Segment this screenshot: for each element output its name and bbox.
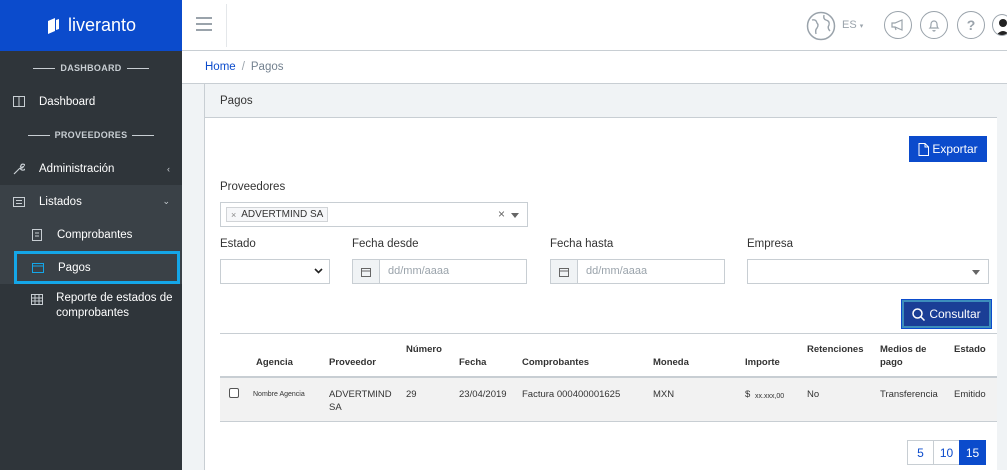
page-size-5[interactable]: 5 — [907, 440, 934, 465]
sidebar-item-listados[interactable]: Listados ⌄ — [0, 185, 182, 218]
th-comprobantes[interactable]: Comprobantes — [522, 356, 589, 369]
page-size-10[interactable]: 10 — [933, 440, 960, 465]
page-size-15[interactable]: 15 — [959, 440, 986, 465]
th-medios-line2[interactable]: pago — [880, 356, 903, 369]
avatar[interactable] — [992, 14, 1007, 36]
list-icon — [12, 195, 26, 209]
fecha-desde-label: Fecha desde — [352, 238, 419, 250]
page-size-selector: 5 10 15 — [907, 440, 986, 465]
cell-moneda: MXN — [653, 389, 675, 400]
th-importe[interactable]: Importe — [745, 356, 780, 369]
fecha-hasta-placeholder: dd/mm/aaaa — [586, 265, 648, 277]
pagos-card: Pagos Exportar Proveedores × ADVERTMIND … — [204, 84, 1007, 470]
bell-icon[interactable] — [920, 11, 948, 39]
cell-importe-value: xx.xxx,00 — [755, 393, 785, 400]
wrench-icon — [12, 162, 26, 176]
breadcrumb-separator: / — [241, 61, 245, 73]
card-title: Pagos — [205, 84, 1006, 118]
fecha-hasta-input[interactable]: dd/mm/aaaa — [550, 259, 725, 284]
estado-label: Estado — [220, 238, 256, 250]
fecha-desde-input[interactable]: dd/mm/aaaa — [352, 259, 527, 284]
cell-retenciones: No — [807, 389, 820, 400]
clear-selection-icon[interactable]: × — [498, 207, 505, 221]
receipt-icon — [30, 228, 44, 242]
cell-comprobantes: Factura 000400001625 — [522, 389, 621, 400]
cell-numero: 29 — [406, 389, 417, 400]
sidebar-item-label: Listados — [39, 195, 82, 208]
hamburger-menu-icon[interactable] — [196, 17, 212, 31]
help-icon[interactable]: ? — [957, 11, 985, 39]
fecha-desde-placeholder: dd/mm/aaaa — [388, 265, 450, 277]
wallet-icon — [31, 261, 45, 275]
caret-down-icon — [511, 213, 519, 218]
sidebar-item-pagos[interactable]: Pagos — [14, 251, 180, 284]
consultar-button[interactable]: Consultar — [902, 300, 991, 328]
sidebar-item-label: Pagos — [58, 261, 91, 274]
export-button[interactable]: Exportar — [909, 136, 987, 162]
file-icon — [918, 142, 930, 156]
sidebar-item-label: Reporte de estados de comprobantes — [56, 292, 173, 319]
chevron-down-icon: ⌄ — [162, 196, 170, 206]
th-numero[interactable]: Número — [406, 343, 442, 356]
table-row[interactable]: Nombre Agencia ADVERTMIND SA 29 23/04/20… — [220, 378, 997, 422]
pagos-table: Agencia Proveedor Número Fecha Comproban… — [220, 333, 997, 422]
row-checkbox[interactable] — [229, 388, 239, 398]
sidebar-item-label: Dashboard — [39, 95, 96, 108]
sidebar-item-label: Comprobantes — [57, 228, 133, 241]
chevron-down-icon — [314, 265, 323, 277]
th-retenciones[interactable]: Retenciones — [807, 343, 864, 356]
top-header: ES ▾ ? — [182, 0, 1007, 51]
th-medios-line1[interactable]: Medios de — [880, 343, 926, 356]
proveedores-label: Proveedores — [220, 181, 286, 193]
calendar-icon — [551, 260, 578, 283]
th-fecha[interactable]: Fecha — [459, 356, 486, 369]
table-header: Agencia Proveedor Número Fecha Comproban… — [220, 333, 997, 378]
calendar-icon — [353, 260, 380, 283]
cell-proveedor-line2: SA — [329, 402, 342, 413]
remove-tag-icon[interactable]: × — [231, 210, 236, 220]
cell-importe-symbol: $ — [745, 389, 751, 400]
th-moneda[interactable]: Moneda — [653, 356, 689, 369]
globe-icon[interactable] — [806, 11, 836, 41]
sidebar-item-administracion[interactable]: Administración ‹ — [0, 152, 182, 185]
th-proveedor[interactable]: Proveedor — [329, 356, 376, 369]
consultar-label: Consultar — [929, 307, 981, 321]
cell-fecha: 23/04/2019 — [459, 389, 507, 400]
cell-proveedor-line1: ADVERTMIND — [329, 389, 392, 400]
language-selector[interactable]: ES ▾ — [842, 19, 863, 31]
search-icon — [912, 307, 926, 321]
caret-down-icon — [972, 270, 980, 275]
proveedor-tag: × ADVERTMIND SA — [226, 207, 329, 222]
nav-title-dashboard: DASHBOARD — [0, 51, 182, 85]
columns-icon — [12, 95, 26, 109]
sidebar-item-label: Administración — [39, 162, 115, 175]
th-estado[interactable]: Estado — [954, 343, 986, 356]
sidebar-item-reporte[interactable]: Reporte de estados de comprobantes — [0, 284, 182, 328]
empresa-select[interactable] — [747, 259, 989, 284]
brand-logo[interactable]: liveranto — [0, 0, 182, 51]
sidebar-item-dashboard[interactable]: Dashboard — [0, 85, 182, 118]
proveedores-select[interactable]: × ADVERTMIND SA × — [220, 202, 528, 227]
header-divider — [226, 4, 227, 47]
cell-agencia: Nombre Agencia — [253, 391, 305, 398]
liveranto-logo-icon — [47, 17, 59, 34]
vertical-scrollbar[interactable] — [997, 84, 1007, 470]
sidebar: liveranto DASHBOARD Dashboard PROVEEDORE… — [0, 0, 182, 470]
estado-select[interactable] — [220, 259, 330, 284]
fecha-hasta-label: Fecha hasta — [550, 238, 614, 250]
th-agencia[interactable]: Agencia — [256, 356, 293, 369]
sidebar-item-comprobantes[interactable]: Comprobantes — [0, 218, 182, 251]
export-label: Exportar — [932, 142, 978, 156]
chevron-left-icon: ‹ — [167, 163, 170, 174]
nav-title-proveedores: PROVEEDORES — [0, 118, 182, 152]
cell-medios: Transferencia — [880, 389, 938, 400]
empresa-label: Empresa — [747, 238, 794, 250]
breadcrumb: Home / Pagos — [182, 51, 1007, 84]
breadcrumb-home[interactable]: Home — [205, 61, 236, 73]
cell-estado: Emitido — [954, 389, 986, 400]
brand-name: liveranto — [67, 15, 137, 35]
sidebar-group-listados: Listados ⌄ Comprobantes Pagos — [0, 185, 182, 284]
megaphone-icon[interactable] — [884, 11, 912, 39]
breadcrumb-current: Pagos — [250, 61, 284, 73]
